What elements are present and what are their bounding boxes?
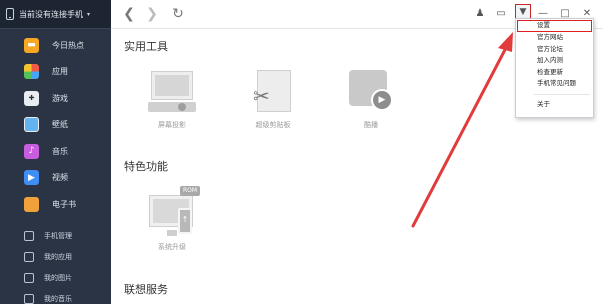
my-apps-icon <box>24 252 34 262</box>
hot-news-icon: ▬ <box>24 37 39 53</box>
sidebar-item-label: 视频 <box>52 173 68 183</box>
music-icon: ♪ <box>24 143 39 159</box>
video-icon: ▶ <box>24 170 39 186</box>
menu-divider <box>534 93 590 95</box>
forward-icon[interactable]: ❯ <box>144 6 160 22</box>
screen-projection-icon <box>148 70 196 114</box>
sidebar-item-games[interactable]: ✚ 游戏 <box>0 85 111 112</box>
device-status-label: 当前没有连接手机 <box>19 9 83 19</box>
tool-name: 酷播 <box>364 121 378 129</box>
feedback-icon[interactable]: ▭ <box>495 8 507 20</box>
sidebar-item-label: 我的图片 <box>44 274 72 282</box>
menu-item-phone-faq[interactable]: 手机常见问题 <box>516 78 593 90</box>
sidebar-item-my-pictures[interactable]: 我的图片 <box>0 268 111 289</box>
sidebar-item-ebook[interactable]: 电子书 <box>0 191 111 218</box>
sidebar-item-my-apps[interactable]: 我的应用 <box>0 247 111 268</box>
menu-item-join-beta[interactable]: 加入内测 <box>516 55 593 67</box>
notification-icon[interactable]: ♟ <box>474 8 486 20</box>
menu-item-settings[interactable]: 设置 <box>517 20 592 32</box>
ebook-icon <box>24 196 39 212</box>
device-selector[interactable]: 当前没有连接手机 ▾ <box>0 0 111 29</box>
section-title-tools: 实用工具 <box>124 40 168 53</box>
sidebar-item-my-music[interactable]: 我的音乐 <box>0 289 111 304</box>
sidebar-item-label: 我的音乐 <box>44 295 72 303</box>
section-title-linked: 联想服务 <box>124 283 168 296</box>
phone-icon <box>6 8 14 20</box>
back-icon[interactable]: ❮ <box>121 6 137 22</box>
feature-name: 系统升级 <box>158 243 186 251</box>
sidebar-item-label: 今日热点 <box>52 40 84 50</box>
phone-manage-icon <box>24 231 34 241</box>
tool-name: 超级剪贴板 <box>255 121 291 129</box>
chevron-down-icon: ▾ <box>87 10 91 18</box>
menu-item-check-update[interactable]: 检查更新 <box>516 67 593 79</box>
main-dropdown-menu: 设置 官方网站 官方论坛 加入内测 检查更新 手机常见问题 关于 <box>515 18 594 118</box>
sidebar-item-wallpaper[interactable]: 壁纸 <box>0 112 111 139</box>
tool-name: 屏幕投影 <box>158 121 186 129</box>
menu-item-about[interactable]: 关于 <box>516 99 593 111</box>
sidebar-item-label: 音乐 <box>52 146 68 156</box>
sidebar-item-video[interactable]: ▶ 视频 <box>0 165 111 192</box>
sidebar-item-label: 游戏 <box>52 93 68 103</box>
sidebar-item-music[interactable]: ♪ 音乐 <box>0 138 111 165</box>
my-pictures-icon <box>24 273 34 283</box>
gamepad-icon: ✚ <box>24 90 39 106</box>
system-upgrade-icon: ↑ ROM <box>150 186 201 236</box>
wallpaper-icon <box>24 117 39 133</box>
clipboard-scissors-icon: ✂ <box>251 70 295 114</box>
tool-super-clipboard[interactable]: ✂ 超级剪贴板 <box>233 70 313 130</box>
sidebar-item-apps[interactable]: 应用 <box>0 59 111 86</box>
video-play-icon: ▶ <box>349 70 393 114</box>
tool-screen-projection[interactable]: 屏幕投影 <box>132 70 212 130</box>
sidebar: 当前没有连接手机 ▾ ▬ 今日热点 应用 ✚ 游戏 壁纸 ♪ 音乐 ▶ 视频 电… <box>0 0 111 304</box>
menu-item-official-forum[interactable]: 官方论坛 <box>516 44 593 56</box>
refresh-icon[interactable]: ↻ <box>170 6 186 22</box>
tool-kubo-player[interactable]: ▶ 酷播 <box>331 70 411 130</box>
section-title-featured: 特色功能 <box>124 160 168 173</box>
sidebar-item-phone-manage[interactable]: 手机管理 <box>0 226 111 247</box>
apps-icon <box>24 64 39 80</box>
my-music-icon <box>24 294 34 304</box>
rom-badge: ROM <box>180 186 201 196</box>
sidebar-item-label: 应用 <box>52 67 68 77</box>
sidebar-item-label: 我的应用 <box>44 253 72 261</box>
feature-system-upgrade[interactable]: ↑ ROM 系统升级 <box>132 186 212 252</box>
menu-item-official-site[interactable]: 官方网站 <box>516 32 593 44</box>
sidebar-item-hot-news[interactable]: ▬ 今日热点 <box>0 32 111 59</box>
sidebar-item-label: 手机管理 <box>44 232 72 240</box>
sidebar-item-label: 电子书 <box>52 199 76 209</box>
sidebar-divider <box>0 218 111 226</box>
sidebar-nav: ▬ 今日热点 应用 ✚ 游戏 壁纸 ♪ 音乐 ▶ 视频 电子书 手机管理 我的应… <box>0 29 111 304</box>
sidebar-item-label: 壁纸 <box>52 120 68 130</box>
